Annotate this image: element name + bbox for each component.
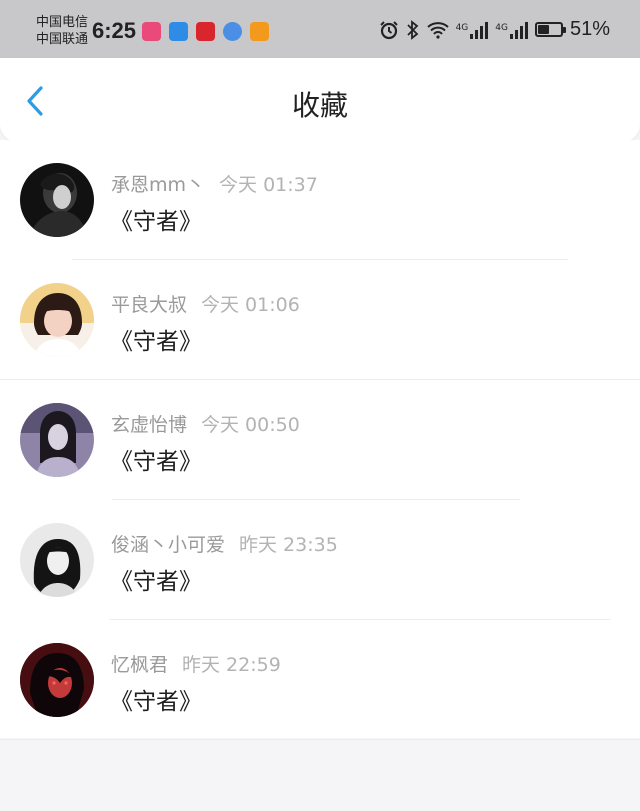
carrier-info: 中国电信 中国联通 — [36, 14, 88, 48]
user-name[interactable]: 玄虚怡博 — [111, 414, 187, 436]
wifi-icon — [426, 21, 449, 39]
item-meta: 俊涵丶小可爱 昨天 23:35 — [111, 530, 338, 557]
status-clock: 6:25 — [92, 18, 137, 43]
app-notification-icon — [169, 22, 188, 41]
list-item[interactable]: 承恩mm丶 今天 01:37 《守者》 — [0, 140, 640, 260]
status-bar: 中国电信 中国联通 6:25 4G 4G 51% — [0, 0, 640, 58]
battery-icon — [534, 22, 566, 37]
divider — [0, 739, 640, 740]
timestamp: 昨天 22:59 — [182, 654, 281, 676]
user-name[interactable]: 平良大叔 — [111, 294, 187, 316]
item-meta: 承恩mm丶 今天 01:37 — [111, 170, 318, 197]
system-status: 4G 4G 51% — [379, 18, 610, 41]
timestamp: 今天 00:50 — [201, 414, 300, 436]
favorite-content: 《守者》 — [110, 329, 202, 355]
item-meta: 忆枫君 昨天 22:59 — [111, 650, 281, 677]
list-item[interactable]: 平良大叔 今天 01:06 《守者》 — [0, 260, 640, 380]
carrier-1: 中国电信 — [36, 15, 89, 30]
avatar[interactable] — [20, 523, 94, 597]
timestamp: 昨天 23:35 — [239, 534, 338, 556]
list-item[interactable]: 玄虚怡博 今天 00:50 《守者》 — [0, 380, 640, 500]
navigation-bar: 收藏 — [0, 58, 640, 142]
favorite-content: 《守者》 — [110, 209, 202, 235]
avatar[interactable] — [20, 283, 94, 357]
list-item[interactable]: 忆枫君 昨天 22:59 《守者》 — [0, 620, 640, 740]
user-name[interactable]: 俊涵丶小可爱 — [111, 534, 225, 556]
alarm-icon — [379, 20, 398, 39]
page-title: 收藏 — [291, 89, 348, 122]
bluetooth-icon — [406, 19, 418, 40]
user-name[interactable]: 承恩mm丶 — [111, 174, 205, 196]
favorites-list: 承恩mm丶 今天 01:37 《守者》 平良大叔 今天 01:06 《守者》 玄… — [0, 140, 640, 740]
battery-percent: 51% — [569, 18, 610, 40]
avatar[interactable] — [20, 403, 94, 477]
timestamp: 今天 01:37 — [219, 174, 318, 196]
list-item[interactable]: 俊涵丶小可爱 昨天 23:35 《守者》 — [0, 500, 640, 620]
favorite-content: 《守者》 — [110, 569, 202, 595]
user-name[interactable]: 忆枫君 — [111, 654, 168, 676]
app-notification-icon — [250, 22, 269, 41]
avatar[interactable] — [20, 643, 94, 717]
app-notification-icon — [142, 22, 161, 41]
avatar[interactable] — [20, 163, 94, 237]
item-meta: 玄虚怡博 今天 00:50 — [111, 410, 300, 437]
item-meta: 平良大叔 今天 01:06 — [111, 290, 300, 317]
network-type-label: 4G — [495, 22, 508, 33]
app-notification-icon — [196, 22, 215, 41]
timestamp: 今天 01:06 — [201, 294, 300, 316]
favorite-content: 《守者》 — [110, 449, 202, 475]
carrier-2: 中国联通 — [36, 32, 89, 47]
cellular-signal-icon: 4G — [456, 21, 489, 39]
network-type-label: 4G — [455, 22, 469, 33]
cellular-signal-icon: 4G — [495, 21, 528, 39]
favorite-content: 《守者》 — [110, 689, 202, 715]
app-notification-icon — [223, 22, 242, 41]
notification-icons — [142, 22, 269, 41]
